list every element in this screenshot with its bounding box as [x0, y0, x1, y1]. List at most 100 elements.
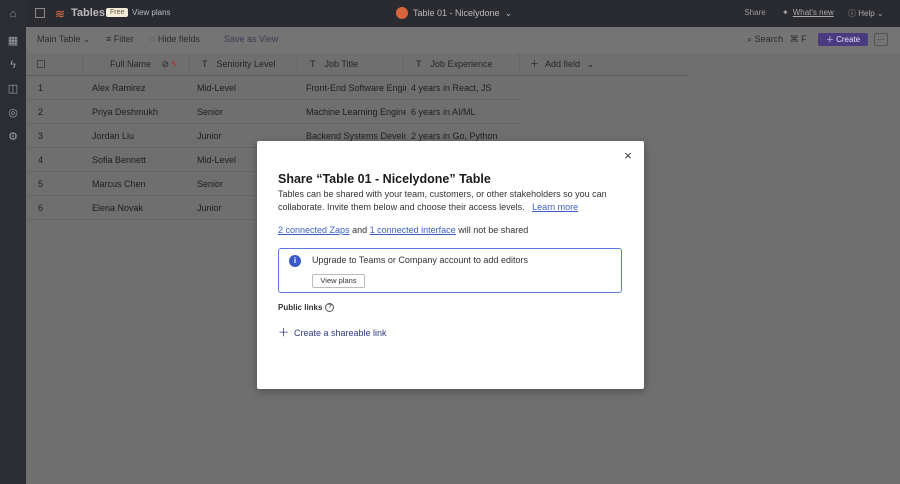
whats-new-link[interactable]: ✦ What's new — [782, 8, 834, 17]
text-field-icon: T — [416, 59, 422, 69]
cell-full-name[interactable]: Priya Deshmukh — [92, 100, 158, 124]
tables-logo-icon: ≋ — [55, 7, 66, 21]
more-options-icon[interactable]: ⋯ — [874, 33, 888, 46]
cell-full-name[interactable]: Marcus Chen — [92, 172, 146, 196]
app-switcher-icon[interactable] — [35, 8, 45, 18]
not-shared-text: will not be shared — [458, 225, 529, 235]
cell-job-experience[interactable]: 6 years in AI/ML — [411, 100, 519, 124]
column-header-full-name[interactable]: Full Name ⊘ ϟ — [83, 53, 190, 76]
top-bar: ≋ Tables Free View plans Table 01 - Nice… — [26, 0, 900, 27]
left-rail: ⌂ ▦ ϟ ◫ ◎ ⚙ — [0, 0, 26, 484]
view-plans-link[interactable]: View plans — [132, 8, 171, 17]
add-field-label: Add field — [545, 59, 581, 69]
column-header-job-title[interactable]: T Job Title — [298, 53, 404, 76]
cell-seniority-level[interactable]: Senior — [197, 172, 223, 196]
create-shareable-link-button[interactable]: ＋ Create a shareable link — [278, 324, 387, 340]
row-number: 1 — [38, 83, 44, 93]
select-all-cell — [26, 53, 83, 76]
table-row[interactable]: 1 Alex Ramirez Mid-Level Front-End Softw… — [26, 76, 520, 100]
help-icon[interactable]: ? — [325, 303, 335, 313]
cell-full-name[interactable]: Alex Ramirez — [92, 76, 146, 100]
lock-icon: ⊘ — [161, 59, 170, 69]
cell-full-name[interactable]: Jordan Liu — [92, 124, 134, 148]
help-label: Help — [858, 9, 875, 18]
share-dialog: × Share “Table 01 - Nicelydone” Table Ta… — [257, 141, 644, 389]
apps-icon[interactable]: ⚙ — [6, 130, 20, 144]
dialog-title: Share “Table 01 - Nicelydone” Table — [278, 172, 491, 186]
create-link-label: Create a shareable link — [294, 328, 387, 338]
help-icon: ⓘ — [848, 9, 856, 18]
help-button[interactable]: ⓘ Help ⌄ — [848, 8, 884, 19]
view-name: Main Table — [37, 34, 81, 44]
filter-button[interactable]: ≡ Filter — [106, 34, 134, 44]
add-field-button[interactable]: ＋ Add field ⌄ — [520, 53, 688, 76]
text-field-icon: T — [310, 59, 316, 69]
connected-zaps-link[interactable]: 2 connected Zaps — [278, 225, 350, 235]
table-title: Table 01 - Nicelydone — [413, 8, 500, 18]
public-links-heading: Public links? — [278, 303, 335, 313]
plus-icon: ＋ — [530, 59, 540, 69]
home-icon[interactable]: ⌂ — [6, 7, 20, 21]
row-number: 5 — [38, 179, 44, 189]
connections-note: 2 connected Zaps and 1 connected interfa… — [278, 225, 528, 235]
filter-label: Filter — [113, 34, 134, 44]
view-plans-button[interactable]: View plans — [312, 274, 365, 288]
cell-seniority-level[interactable]: Junior — [197, 196, 222, 220]
chevron-down-icon: ⌄ — [586, 59, 595, 69]
app-name: Tables — [71, 7, 106, 19]
cell-seniority-level[interactable]: Senior — [197, 100, 223, 124]
chevron-down-icon: ⌄ — [876, 9, 884, 18]
zaps-icon[interactable]: ϟ — [6, 58, 20, 72]
hide-fields-label: Hide fields — [157, 34, 200, 44]
share-button[interactable]: Share — [738, 6, 772, 20]
connected-interface-link[interactable]: 1 connected interface — [370, 225, 456, 235]
column-label: Job Title — [324, 59, 359, 69]
view-selector[interactable]: Main Table ⌄ — [37, 34, 90, 45]
row-number: 2 — [38, 107, 44, 117]
info-icon: i — [289, 255, 301, 267]
plan-badge: Free — [106, 8, 129, 17]
close-icon[interactable]: × — [621, 149, 635, 163]
column-label: Seniority Level — [216, 59, 276, 69]
upgrade-message: Upgrade to Teams or Company account to a… — [312, 255, 528, 265]
filter-icon: ≡ — [106, 34, 112, 44]
chevron-down-icon: ⌄ — [504, 7, 513, 18]
cell-full-name[interactable]: Elena Novak — [92, 196, 143, 220]
table-title-dropdown[interactable]: Table 01 - Nicelydone ⌄ — [396, 6, 512, 20]
dialog-description: Tables can be shared with your team, cus… — [278, 188, 618, 214]
cell-job-experience[interactable]: 4 years in React, JS — [411, 76, 519, 100]
table-header: Full Name ⊘ ϟ T Seniority Level T Job Titl… — [26, 53, 688, 76]
search-shortcut: ⌘ F — [789, 34, 807, 44]
search-icon: ⌕ — [747, 34, 753, 44]
create-label: Create — [836, 35, 861, 44]
chevron-down-icon: ⌄ — [82, 34, 91, 44]
search-button[interactable]: ⌕ Search ⌘ F — [747, 34, 807, 45]
and-text: and — [352, 225, 368, 235]
column-label: Job Experience — [430, 59, 493, 69]
search-label: Search — [754, 34, 784, 44]
tables-icon[interactable]: ▦ — [6, 34, 20, 48]
cell-seniority-level[interactable]: Mid-Level — [197, 148, 236, 172]
cell-full-name[interactable]: Sofia Bennett — [92, 148, 146, 172]
column-header-seniority-level[interactable]: T Seniority Level — [190, 53, 298, 76]
public-links-label: Public links — [278, 303, 323, 312]
save-as-view-button[interactable]: Save as View — [224, 34, 278, 44]
cell-seniority-level[interactable]: Junior — [197, 124, 222, 148]
cell-seniority-level[interactable]: Mid-Level — [197, 76, 236, 100]
sparkle-icon: ✦ — [782, 8, 789, 17]
column-header-job-experience[interactable]: T Job Experience — [404, 53, 520, 76]
checkbox[interactable] — [37, 60, 45, 68]
hide-fields-button[interactable]: ◌ Hide fields — [150, 34, 200, 44]
create-button[interactable]: ＋ Create — [818, 33, 868, 46]
plus-icon: ＋ — [825, 35, 834, 44]
interfaces-icon[interactable]: ◫ — [6, 82, 20, 96]
table-row[interactable]: 2 Priya Deshmukh Senior Machine Learning… — [26, 100, 520, 124]
table-avatar-icon — [396, 7, 408, 19]
learn-more-link[interactable]: Learn more — [532, 202, 578, 212]
eye-off-icon: ◌ — [150, 34, 156, 44]
canvas-icon[interactable]: ◎ — [6, 106, 20, 120]
cell-job-title[interactable]: Front-End Software Engineer — [306, 76, 406, 100]
cell-job-title[interactable]: Machine Learning Engineer — [306, 100, 406, 124]
row-number: 3 — [38, 131, 44, 141]
bolt-icon: ϟ — [171, 59, 177, 69]
